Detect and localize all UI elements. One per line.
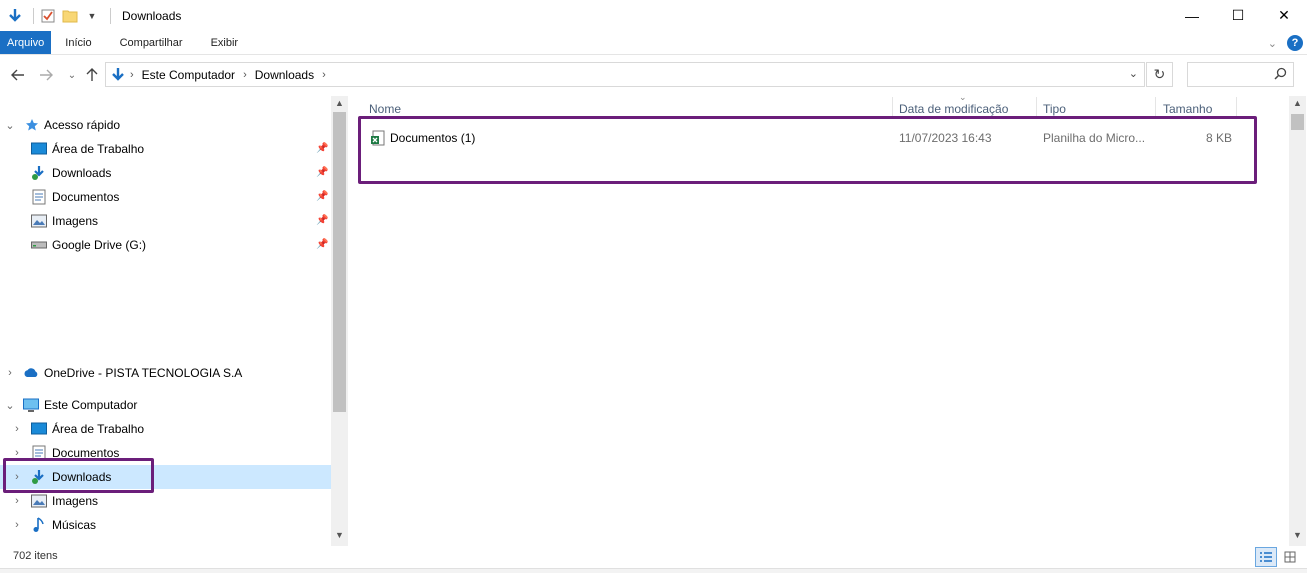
highlight-box-downloads	[3, 458, 154, 493]
tab-exibir[interactable]: Exibir	[197, 31, 253, 54]
scroll-down-arrow-icon[interactable]: ▼	[331, 530, 348, 544]
nav-quick-documents[interactable]: Documentos 📌	[0, 185, 331, 209]
desktop-icon	[31, 141, 47, 157]
drive-icon	[31, 237, 47, 253]
nav-quick-desktop[interactable]: Área de Trabalho 📌	[0, 137, 331, 161]
nav-label: Imagens	[52, 214, 99, 228]
window-title: Downloads	[122, 8, 182, 23]
nav-label: Google Drive (G:)	[52, 238, 147, 252]
nav-pane-scrollbar[interactable]: ▲ ▼	[331, 96, 348, 546]
customize-toolbar-icon[interactable]: ▼	[83, 7, 101, 25]
downloads-folder-icon	[31, 165, 47, 181]
scrollbar-thumb[interactable]	[1291, 114, 1304, 130]
desktop-icon	[31, 421, 47, 437]
pin-icon[interactable]: 📌	[316, 143, 328, 154]
new-folder-icon[interactable]	[61, 7, 79, 25]
nav-this-pc[interactable]: ⌄ Este Computador	[0, 393, 331, 417]
tab-inicio[interactable]: Início	[51, 31, 105, 54]
breadcrumb-este-computador[interactable]: Este Computador	[142, 68, 235, 82]
close-button[interactable]: ✕	[1261, 0, 1307, 31]
minimize-button[interactable]: —	[1169, 0, 1215, 31]
toolbar-divider	[110, 7, 111, 24]
pictures-icon	[31, 493, 47, 509]
properties-icon[interactable]	[39, 7, 57, 25]
pin-icon[interactable]: 📌	[316, 191, 328, 202]
back-button[interactable]	[6, 63, 30, 87]
nav-pc-music[interactable]: › Músicas	[0, 513, 331, 537]
nav-label: Imagens	[52, 494, 99, 508]
pin-icon[interactable]: 📌	[316, 215, 328, 226]
expand-chevron-icon[interactable]: ›	[11, 513, 23, 537]
cloud-icon	[23, 365, 39, 381]
toolbar-divider	[33, 7, 34, 24]
pin-icon[interactable]: 📌	[316, 167, 328, 178]
search-input[interactable]	[1187, 62, 1294, 87]
star-icon	[24, 117, 40, 133]
scroll-up-arrow-icon[interactable]: ▲	[1289, 98, 1306, 108]
breadcrumb-downloads[interactable]: Downloads	[255, 68, 314, 82]
highlight-box-file	[358, 116, 1257, 184]
window-controls: — ☐ ✕	[1169, 0, 1307, 31]
downloads-location-icon	[110, 67, 126, 83]
window-bottom-edge	[0, 568, 1307, 573]
pictures-icon	[31, 213, 47, 229]
computer-icon	[23, 397, 39, 413]
nav-onedrive[interactable]: › OneDrive - PISTA TECNOLOGIA S.A	[0, 361, 331, 385]
pin-icon[interactable]: 📌	[316, 239, 328, 250]
ribbon-tabs: Arquivo Início Compartilhar Exibir ⌄ ?	[0, 31, 1307, 55]
breadcrumb-chevron[interactable]: ›	[243, 69, 247, 81]
nav-label: Músicas	[52, 518, 97, 532]
tab-compartilhar[interactable]: Compartilhar	[106, 31, 197, 54]
expand-chevron-icon[interactable]: ›	[11, 417, 23, 441]
downloads-arrow-icon[interactable]	[6, 7, 24, 25]
nav-quick-access[interactable]: ⌄ Acesso rápido	[0, 113, 331, 137]
collapse-chevron-icon[interactable]: ⌄	[4, 113, 16, 137]
nav-label: Este Computador	[44, 398, 138, 412]
address-bar[interactable]: › Este Computador › Downloads › ⌄	[105, 62, 1145, 87]
nav-quick-google-drive[interactable]: Google Drive (G:) 📌	[0, 233, 331, 257]
scrollbar-thumb[interactable]	[333, 112, 346, 412]
nav-label: Área de Trabalho	[52, 142, 145, 156]
forward-button[interactable]	[34, 63, 58, 87]
tab-arquivo[interactable]: Arquivo	[0, 31, 52, 54]
nav-quick-images[interactable]: Imagens 📌	[0, 209, 331, 233]
help-icon[interactable]: ?	[1287, 35, 1303, 51]
breadcrumb-chevron[interactable]: ›	[322, 69, 326, 81]
expand-chevron-icon[interactable]: ›	[4, 361, 16, 385]
details-view-icon[interactable]	[1255, 547, 1277, 567]
content-scrollbar[interactable]: ▲ ▼	[1289, 96, 1306, 546]
nav-label: Downloads	[52, 166, 112, 180]
item-count: 702 itens	[13, 550, 58, 562]
refresh-button[interactable]: ↻	[1146, 62, 1173, 87]
status-bar: 702 itens	[0, 546, 1307, 567]
nav-label: OneDrive - PISTA TECNOLOGIA S.A	[44, 366, 243, 380]
view-switcher	[1255, 547, 1301, 567]
large-icons-view-icon[interactable]	[1279, 547, 1301, 567]
navigation-row: ⌄ › Este Computador › Downloads › ⌄ ↻	[0, 56, 1307, 94]
address-dropdown-icon[interactable]: ⌄	[1129, 67, 1138, 80]
music-icon	[31, 517, 47, 533]
maximize-button[interactable]: ☐	[1215, 0, 1261, 31]
title-bar: ▼ Downloads — ☐ ✕	[0, 0, 1307, 31]
collapse-chevron-icon[interactable]: ⌄	[4, 393, 16, 417]
nav-label: Documentos	[52, 190, 120, 204]
nav-label: Área de Trabalho	[52, 422, 145, 436]
scroll-up-arrow-icon[interactable]: ▲	[331, 98, 348, 112]
ribbon-right-controls: ⌄ ?	[1268, 31, 1303, 55]
up-button[interactable]	[80, 63, 104, 87]
search-icon	[1274, 67, 1287, 83]
scroll-down-arrow-icon[interactable]: ▼	[1289, 530, 1306, 540]
expand-ribbon-icon[interactable]: ⌄	[1268, 37, 1277, 50]
nav-label: Acesso rápido	[44, 118, 121, 132]
breadcrumb-chevron[interactable]: ›	[130, 69, 134, 81]
quick-access-toolbar: ▼ Downloads	[0, 0, 181, 31]
nav-quick-downloads[interactable]: Downloads 📌	[0, 161, 331, 185]
documents-icon	[31, 189, 47, 205]
nav-pc-desktop[interactable]: › Área de Trabalho	[0, 417, 331, 441]
